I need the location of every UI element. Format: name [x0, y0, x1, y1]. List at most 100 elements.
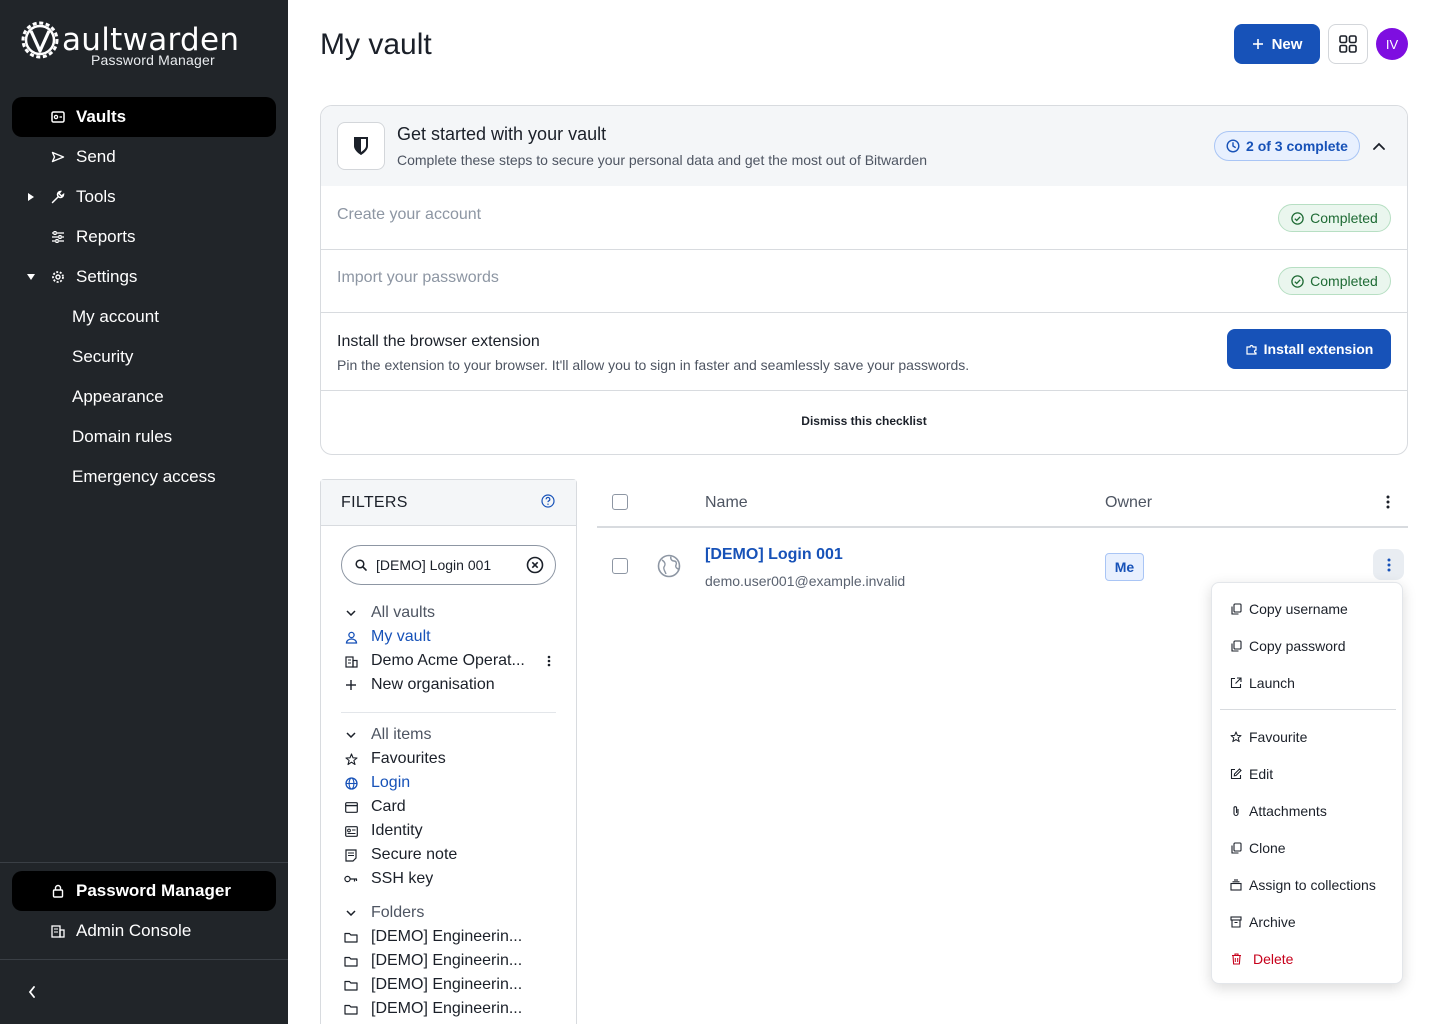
completed-badge: Completed: [1278, 267, 1391, 295]
checklist-title: Get started with your vault: [397, 124, 607, 144]
filter-card[interactable]: Card: [341, 796, 561, 818]
checklist-progress-badge: 2 of 3 complete: [1214, 131, 1360, 161]
menu-item-label: Launch: [1249, 674, 1295, 691]
logo-subtitle: Password Manager: [91, 52, 215, 68]
plus-icon: [1252, 39, 1263, 49]
sidebar-item-domain-rules[interactable]: Domain rules: [12, 417, 276, 457]
globe-icon: [343, 775, 359, 791]
product-switcher-button[interactable]: [1328, 24, 1368, 64]
sidebar-item-appearance[interactable]: Appearance: [12, 377, 276, 417]
filter-new-organisation[interactable]: New organisation: [341, 674, 561, 696]
menu-item-copy-username[interactable]: Copy username: [1212, 590, 1402, 627]
row-options-button[interactable]: [1373, 549, 1404, 580]
sidebar-item-emergency-access[interactable]: Emergency access: [12, 457, 276, 497]
filter-label: Login: [371, 774, 411, 791]
organisation-options-icon[interactable]: [544, 653, 554, 669]
vaultwarden-logo[interactable]: Vaultwarden Password Manager: [20, 20, 239, 70]
filter-identity[interactable]: Identity: [341, 820, 561, 842]
menu-item-label: Copy password: [1249, 637, 1346, 654]
item-username: demo.user001@example.invalid: [705, 573, 906, 589]
collapse-sidebar-button[interactable]: [20, 980, 44, 1004]
filter-folder[interactable]: [DEMO] Engineerin...: [341, 926, 561, 948]
filter-my-vault[interactable]: My vault: [341, 626, 561, 648]
filter-group-all-vaults[interactable]: All vaults: [341, 602, 561, 624]
clock-icon: [1226, 139, 1240, 153]
menu-item-clone[interactable]: Clone: [1212, 829, 1402, 866]
sidebar-item-label: Tools: [76, 187, 116, 206]
sidebar-item-label: Vaults: [76, 107, 127, 126]
chevron-down-icon: [343, 727, 359, 743]
menu-item-archive[interactable]: Archive: [1212, 903, 1402, 940]
install-extension-label: Install extension: [1263, 341, 1374, 357]
menu-item-favourite[interactable]: Favourite: [1212, 718, 1402, 755]
row-checkbox[interactable]: [612, 558, 628, 574]
product-switch-password-manager[interactable]: Password Manager: [12, 871, 276, 911]
sidebar-item-label: Emergency access: [72, 467, 216, 486]
step-title: Install the browser extension: [337, 333, 540, 350]
search-vault-input[interactable]: [DEMO] Login 001: [341, 545, 556, 585]
account-avatar[interactable]: IV: [1376, 28, 1408, 60]
clear-search-icon[interactable]: [526, 556, 544, 574]
filter-group-all-items[interactable]: All items: [341, 724, 561, 746]
help-icon[interactable]: [541, 494, 555, 508]
gear-icon: [50, 269, 66, 285]
filters-header: FILTERS: [321, 480, 576, 526]
search-icon: [355, 559, 367, 571]
copy-icon: [1230, 602, 1242, 615]
checklist-header[interactable]: Get started with your vault Complete the…: [321, 106, 1407, 186]
sidebar-divider: [0, 959, 288, 960]
column-header-name[interactable]: Name: [705, 494, 748, 512]
logo-gear-icon: [21, 21, 59, 59]
owner-badge: Me: [1105, 553, 1144, 581]
filter-login[interactable]: Login: [341, 772, 561, 794]
sidebar-item-send[interactable]: Send: [12, 137, 276, 177]
menu-item-launch[interactable]: Launch: [1212, 664, 1402, 701]
sidebar-item-label: Settings: [76, 267, 138, 286]
sidebar-item-settings[interactable]: Settings: [12, 257, 276, 297]
filter-label: Folders: [371, 904, 425, 921]
filter-group-folders[interactable]: Folders: [341, 902, 561, 924]
sidebar-item-label: Reports: [76, 227, 136, 246]
collapse-checklist-button[interactable]: [1369, 136, 1389, 156]
product-switch-admin-console[interactable]: Admin Console: [12, 911, 276, 951]
item-name-link[interactable]: [DEMO] Login 001: [705, 546, 843, 564]
sidebar-item-reports[interactable]: Reports: [12, 217, 276, 257]
sidebar-item-vaults[interactable]: Vaults: [12, 97, 276, 137]
menu-item-delete[interactable]: Delete: [1212, 940, 1402, 977]
menu-item-label: Attachments: [1249, 802, 1327, 819]
menu-item-assign-to-collections[interactable]: Assign to collections: [1212, 866, 1402, 903]
filter-folder[interactable]: [DEMO] Engineerin...: [341, 998, 561, 1020]
step-label: Create your account: [337, 206, 482, 223]
sidebar-item-label: Admin Console: [76, 921, 192, 940]
menu-item-label: Delete: [1253, 950, 1294, 967]
filter-folder[interactable]: [DEMO] Engineerin...: [341, 974, 561, 996]
wrench-icon: [50, 189, 66, 205]
sidebar-item-tools[interactable]: Tools: [12, 177, 276, 217]
completed-label: Completed: [1310, 210, 1378, 226]
lock-icon: [50, 883, 66, 899]
menu-item-copy-password[interactable]: Copy password: [1212, 627, 1402, 664]
bulk-options-icon[interactable]: [1378, 492, 1398, 512]
sidebar-item-security[interactable]: Security: [12, 337, 276, 377]
menu-item-label: Clone: [1249, 839, 1286, 856]
send-icon: [50, 149, 66, 165]
menu-item-attachments[interactable]: Attachments: [1212, 792, 1402, 829]
filter-favourites[interactable]: Favourites: [341, 748, 561, 770]
sidebar-item-label: Domain rules: [72, 427, 173, 446]
filter-secure-note[interactable]: Secure note: [341, 844, 561, 866]
filter-label: Identity: [371, 822, 423, 839]
id-card-icon: [343, 823, 359, 839]
menu-item-edit[interactable]: Edit: [1212, 755, 1402, 792]
sidebar-item-my-account[interactable]: My account: [12, 297, 276, 337]
new-item-button[interactable]: New: [1234, 24, 1320, 64]
install-extension-button[interactable]: Install extension: [1227, 329, 1391, 369]
filter-folder[interactable]: [DEMO] Engineerin...: [341, 950, 561, 972]
filter-organisation[interactable]: Demo Acme Operat...: [341, 650, 561, 672]
menu-item-label: Assign to collections: [1249, 876, 1376, 893]
column-header-owner[interactable]: Owner: [1105, 494, 1152, 512]
select-all-checkbox[interactable]: [612, 494, 628, 510]
menu-item-label: Archive: [1249, 913, 1296, 930]
filter-ssh-key[interactable]: SSH key: [341, 868, 561, 890]
dismiss-checklist-link[interactable]: Dismiss this checklist: [321, 414, 1407, 428]
edit-icon: [1230, 767, 1242, 780]
